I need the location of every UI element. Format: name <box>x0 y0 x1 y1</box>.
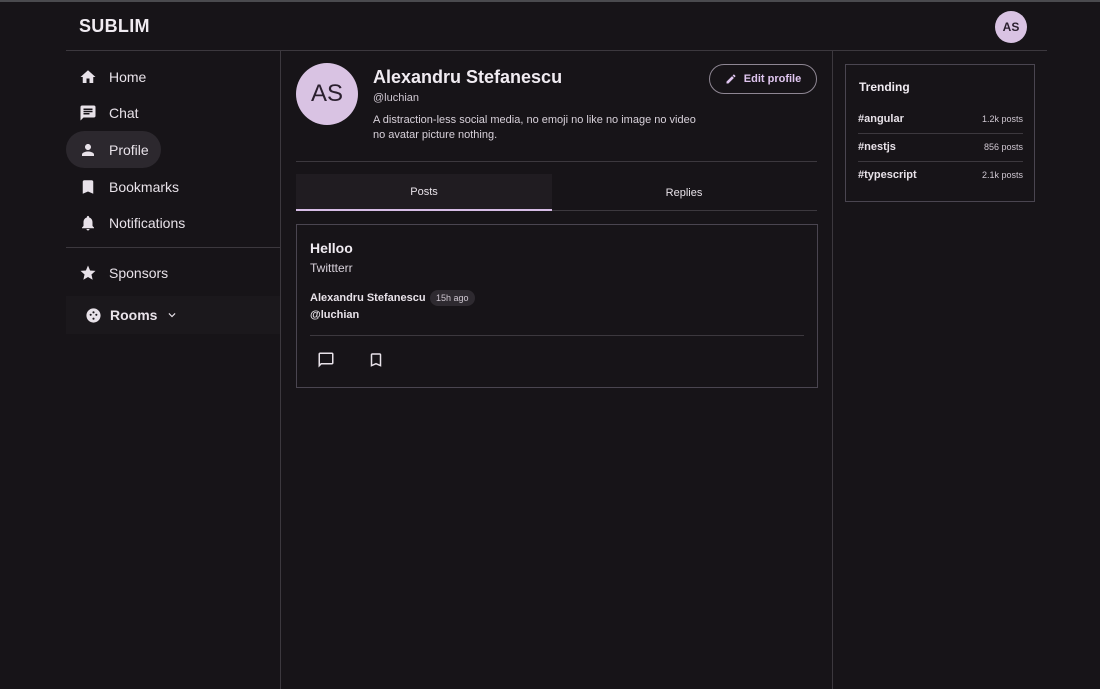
trending-item[interactable]: #angular 1.2k posts <box>858 105 1023 133</box>
bookmark-button[interactable] <box>367 351 387 371</box>
trending-panel: Trending #angular 1.2k posts #nestjs 856… <box>845 64 1035 202</box>
bookmark-icon <box>82 179 94 194</box>
trending-tag: #typescript <box>858 169 917 181</box>
trending-item[interactable]: #typescript 2.1k posts <box>858 161 1023 189</box>
app-header: SUBLIM AS <box>66 2 1047 51</box>
right-column-divider <box>832 51 833 689</box>
sidebar-divider <box>280 51 281 689</box>
post-card: Helloo Twittterr Alexandru Stefanescu 15… <box>296 224 818 388</box>
sidebar-item-sponsors[interactable]: Sponsors <box>66 254 168 291</box>
user-avatar-button[interactable]: AS <box>995 11 1027 43</box>
trending-tag: #nestjs <box>858 141 896 153</box>
tab-replies[interactable]: Replies <box>556 174 812 211</box>
reply-button[interactable] <box>317 351 337 371</box>
edit-profile-button[interactable]: Edit profile <box>709 64 817 94</box>
trending-count: 856 posts <box>983 142 1023 152</box>
sidebar-item-label: Profile <box>109 141 149 158</box>
trending-title: Trending <box>859 80 910 94</box>
profile-separator <box>296 161 817 162</box>
sidebar-item-label: Notifications <box>109 214 186 231</box>
sidebar-item-label: Home <box>109 68 147 85</box>
profile-handle: @luchian <box>373 92 420 104</box>
sidebar-item-bookmarks[interactable]: Bookmarks <box>66 168 179 205</box>
home-icon <box>80 69 96 83</box>
post-handle[interactable]: @luchian <box>310 309 359 321</box>
rooms-icon <box>86 307 101 323</box>
bell-icon <box>82 215 94 230</box>
chat-icon <box>80 105 96 120</box>
profile-name: Alexandru Stefanescu <box>373 67 563 87</box>
pencil-icon <box>726 74 736 84</box>
sidebar-item-chat[interactable]: Chat <box>66 94 139 131</box>
post-author[interactable]: Alexandru Stefanescu <box>310 292 426 304</box>
sidebar-item-profile[interactable]: Profile <box>66 131 161 168</box>
profile-tabs: Posts Replies <box>296 174 817 211</box>
trending-count: 1.2k posts <box>981 114 1023 124</box>
trending-item[interactable]: #nestjs 856 posts <box>858 133 1023 161</box>
sidebar-item-home[interactable]: Home <box>66 58 146 95</box>
post-timestamp: 15h ago <box>430 290 475 306</box>
post-title: Helloo <box>310 240 353 256</box>
comment-icon <box>318 352 334 368</box>
post-body: Twittterr <box>310 261 353 275</box>
sidebar-item-notifications[interactable]: Notifications <box>66 204 185 241</box>
bookmark-outline-icon <box>370 353 382 367</box>
profile-bio: A distraction-less social media, no emoj… <box>373 114 696 141</box>
rooms-dropdown[interactable]: Rooms <box>66 296 280 334</box>
person-icon <box>82 143 94 156</box>
brand-logo[interactable]: SUBLIM <box>79 16 150 37</box>
profile-avatar: AS <box>296 63 358 125</box>
sidebar-item-label: Bookmarks <box>109 178 180 195</box>
star-icon <box>80 265 96 280</box>
sidebar-separator <box>66 247 280 248</box>
edit-profile-label: Edit profile <box>743 73 802 85</box>
trending-count: 2.1k posts <box>981 170 1023 180</box>
tab-posts[interactable]: Posts <box>296 174 552 211</box>
post-separator <box>310 335 804 336</box>
chevron-down-icon <box>168 313 176 318</box>
sidebar-item-label: Sponsors <box>109 264 169 281</box>
rooms-label: Rooms <box>110 307 158 323</box>
trending-tag: #angular <box>858 113 904 125</box>
sidebar-item-label: Chat <box>109 104 139 121</box>
